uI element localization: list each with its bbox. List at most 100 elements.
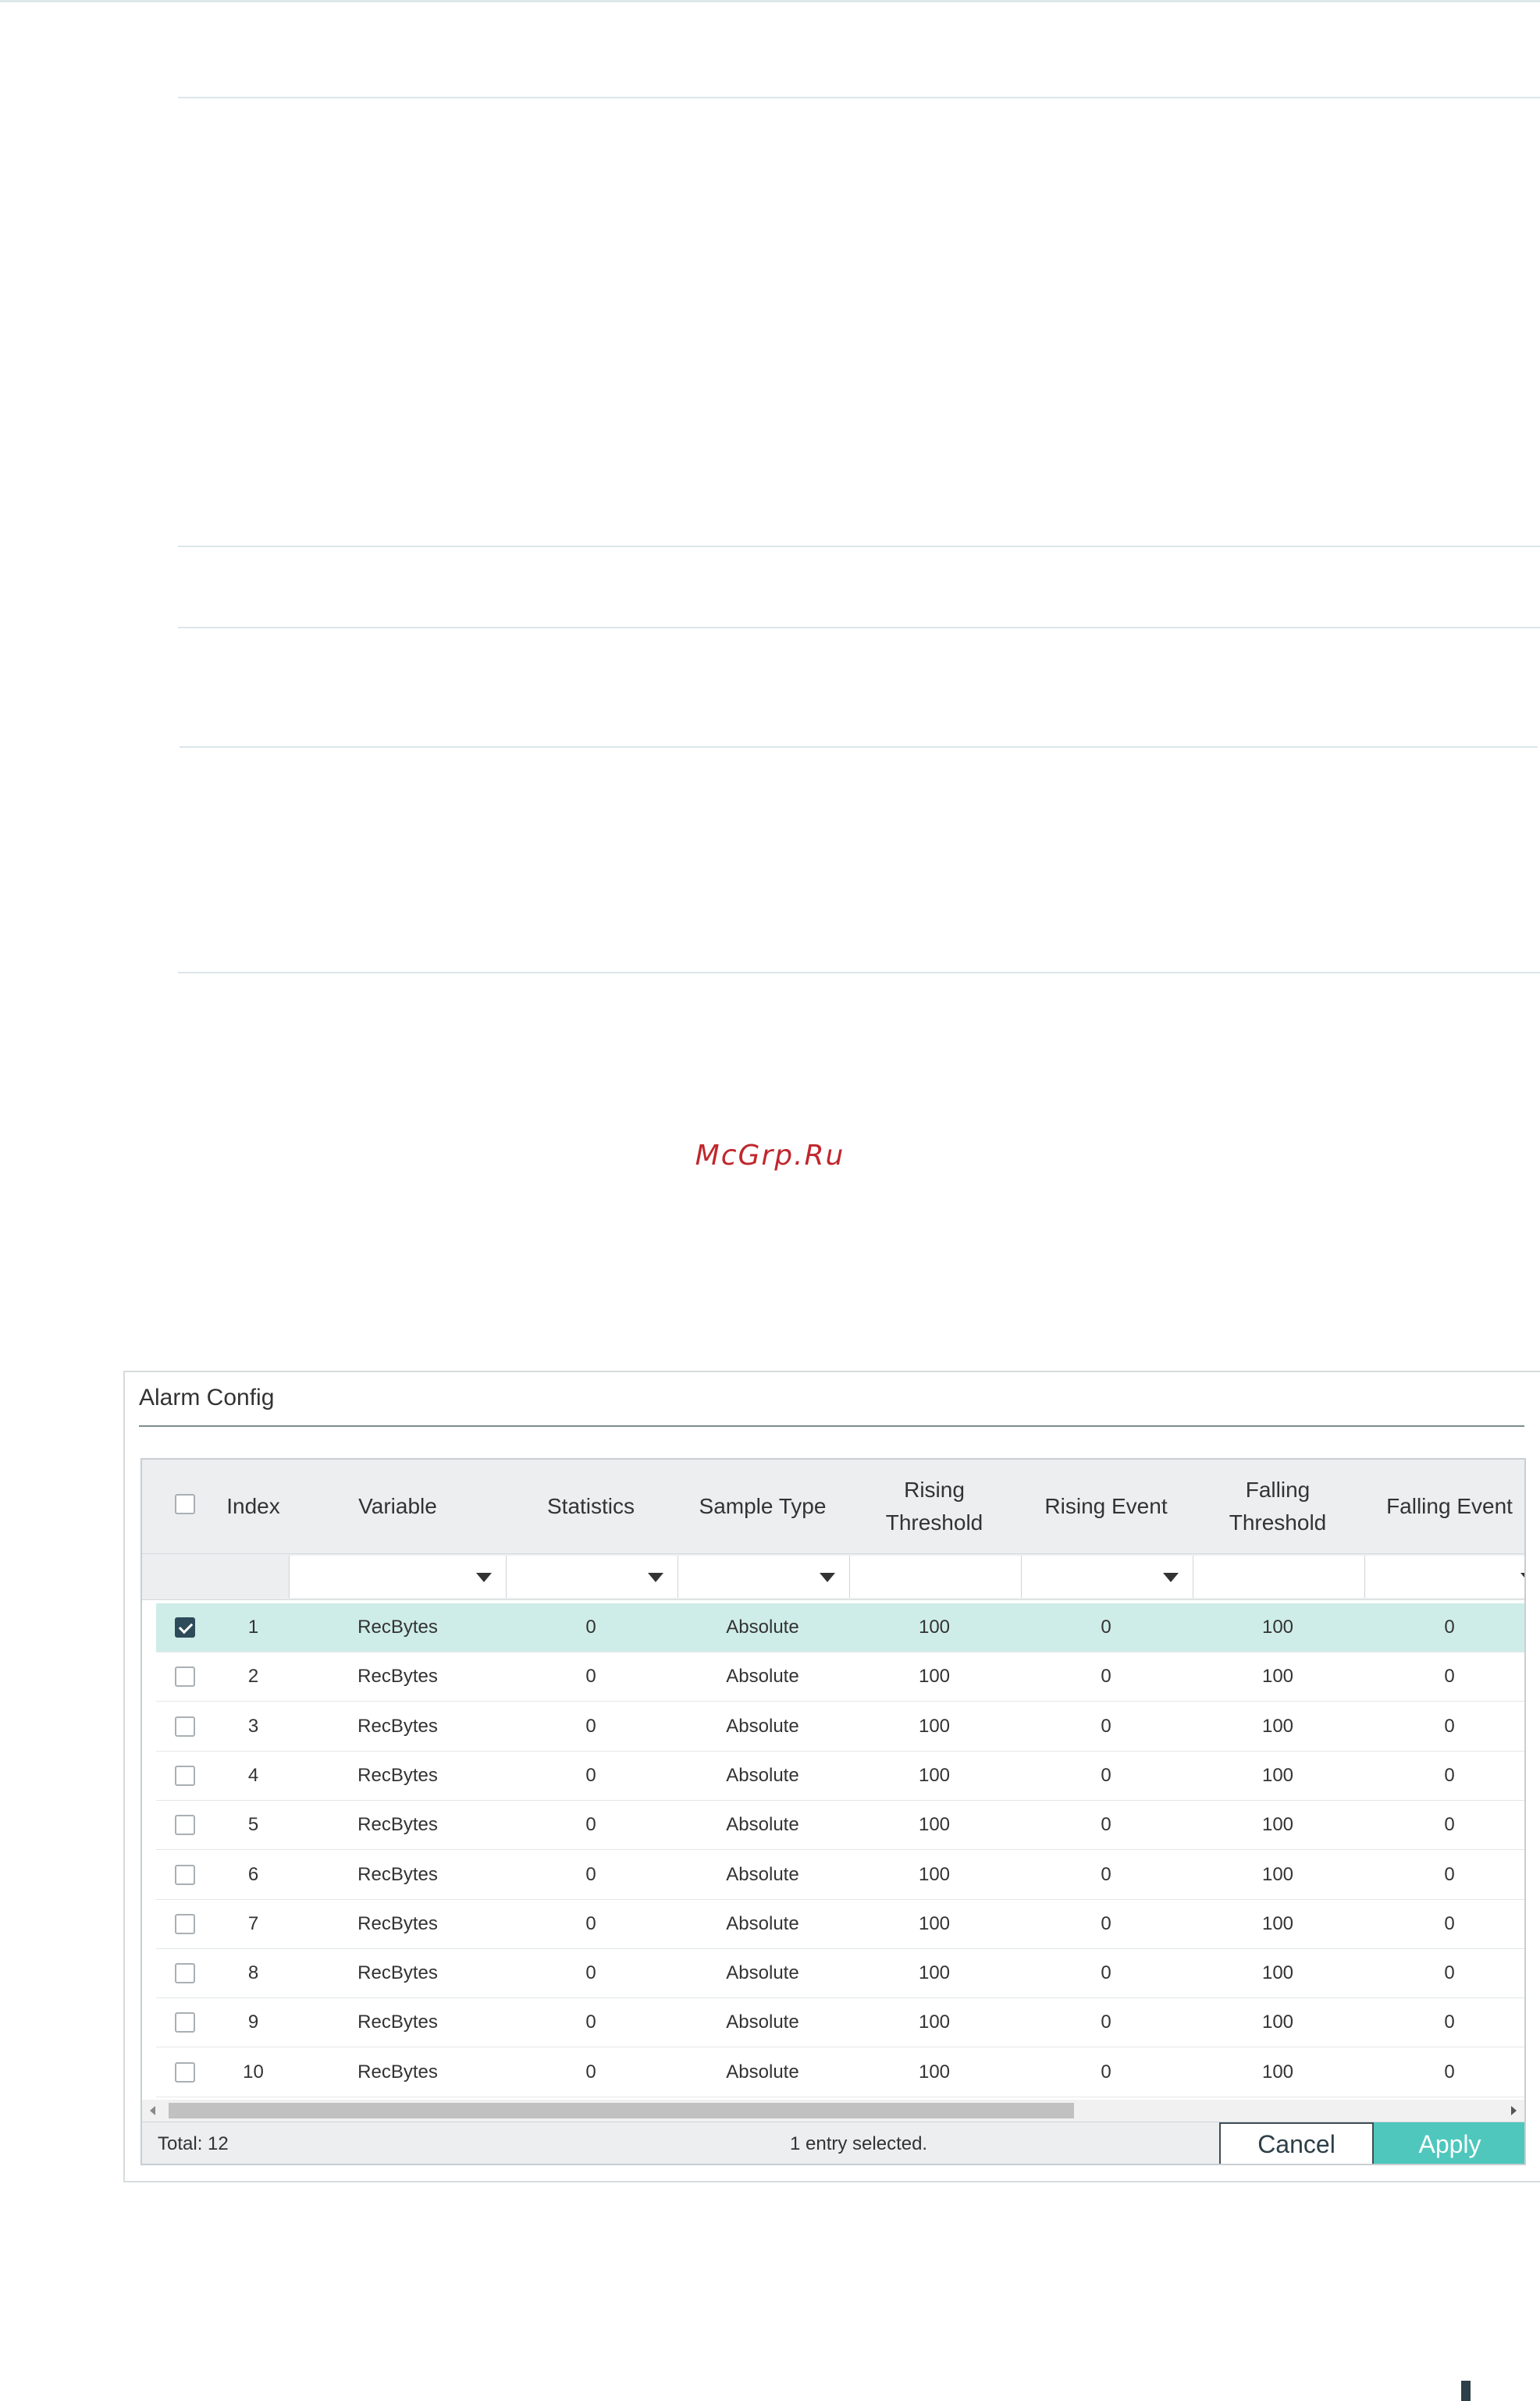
cell-variable: RecBytes <box>357 1617 438 1638</box>
panel-title: Alarm Config <box>139 1385 275 1410</box>
cell-falling-threshold: 100 <box>1261 1912 1294 1934</box>
filter-sample-type-select[interactable] <box>678 1556 849 1598</box>
row-checkbox[interactable] <box>175 1666 195 1688</box>
selection-status: 1 entry selected. <box>790 2133 928 2154</box>
column-header-index[interactable]: Index <box>216 1460 290 1553</box>
column-header-statistics[interactable]: Statistics <box>505 1460 677 1553</box>
table-row[interactable]: 2 RecBytes 0 Absolute 100 0 100 0 <box>156 1652 1524 1702</box>
cell-falling-threshold: 100 <box>1261 2061 1294 2083</box>
column-header-rising-event[interactable]: Rising Event <box>1020 1460 1192 1553</box>
cell-index: 3 <box>247 1715 259 1737</box>
table-row[interactable]: 8 RecBytes 0 Absolute 100 0 100 0 <box>156 1949 1524 1999</box>
cell-falling-threshold: 100 <box>1261 1666 1294 1688</box>
caret-down-icon <box>1163 1573 1179 1582</box>
cell-rising-event: 0 <box>1101 1962 1111 1984</box>
column-header-variable[interactable]: Variable <box>290 1460 505 1553</box>
row-checkbox[interactable] <box>175 1913 195 1934</box>
cell-falling-event: 0 <box>1444 1764 1455 1786</box>
cell-rising-threshold: 100 <box>918 1863 951 1885</box>
cell-index: 10 <box>243 2061 264 2083</box>
cell-falling-event: 0 <box>1444 1617 1455 1638</box>
cell-statistics: 0 <box>585 2061 596 2083</box>
filter-rising-event-select[interactable] <box>1021 1556 1193 1598</box>
row-checkbox[interactable] <box>175 1716 195 1737</box>
divider-3 <box>178 627 1540 628</box>
table-row[interactable]: 7 RecBytes 0 Absolute 100 0 100 0 <box>156 1900 1524 1949</box>
table-row[interactable]: 6 RecBytes 0 Absolute 100 0 100 0 <box>156 1851 1524 1900</box>
row-checkbox[interactable] <box>175 1864 195 1885</box>
cell-falling-event: 0 <box>1444 1962 1455 1984</box>
arrow-right-icon[interactable] <box>1511 2106 1517 2115</box>
filter-falling-threshold-input[interactable] <box>1193 1556 1364 1598</box>
caret-down-icon <box>648 1573 663 1582</box>
cell-sample-type: Absolute <box>726 1912 799 1934</box>
cell-index: 7 <box>247 1912 259 1934</box>
cancel-button[interactable]: Cancel <box>1219 2122 1374 2164</box>
cell-sample-type: Absolute <box>726 1666 799 1688</box>
cell-sample-type: Absolute <box>726 1962 799 1984</box>
cell-rising-threshold: 100 <box>918 1764 951 1786</box>
divider-2 <box>178 546 1540 547</box>
table-row[interactable]: 4 RecBytes 0 Absolute 100 0 100 0 <box>156 1752 1524 1801</box>
cell-falling-threshold: 100 <box>1261 1962 1294 1984</box>
cell-statistics: 0 <box>585 1962 596 1984</box>
arrow-left-icon[interactable] <box>150 2106 155 2115</box>
select-all-checkbox[interactable] <box>175 1494 195 1514</box>
row-checkbox[interactable] <box>175 1617 195 1638</box>
scrollbar-thumb[interactable] <box>169 2103 1074 2118</box>
filter-variable-select[interactable] <box>289 1556 506 1598</box>
cell-rising-threshold: 100 <box>918 1962 951 1984</box>
cell-falling-event: 0 <box>1444 2061 1455 2083</box>
cell-falling-event: 0 <box>1444 1814 1455 1836</box>
table-row[interactable]: 1 RecBytes 0 Absolute 100 0 100 0 <box>156 1603 1524 1652</box>
row-checkbox[interactable] <box>175 1963 195 1984</box>
cell-variable: RecBytes <box>357 1912 438 1934</box>
cell-index: 6 <box>247 1863 259 1885</box>
filter-statistics-select[interactable] <box>506 1556 678 1598</box>
cell-statistics: 0 <box>585 1863 596 1885</box>
table-row[interactable]: 10 RecBytes 0 Absolute 100 0 100 0 <box>156 2048 1524 2097</box>
cell-falling-threshold: 100 <box>1261 1863 1294 1885</box>
cell-rising-threshold: 100 <box>918 2061 951 2083</box>
cell-sample-type: Absolute <box>726 1863 799 1885</box>
horizontal-scrollbar[interactable] <box>142 2100 1524 2122</box>
cell-statistics: 0 <box>585 1715 596 1737</box>
cell-statistics: 0 <box>585 2012 596 2033</box>
cell-sample-type: Absolute <box>726 1617 799 1638</box>
cell-sample-type: Absolute <box>726 2061 799 2083</box>
cell-statistics: 0 <box>585 1912 596 1934</box>
row-checkbox[interactable] <box>175 1765 195 1786</box>
falling-threshold-line-2: Threshold <box>1229 1510 1327 1535</box>
column-header-falling-threshold[interactable]: Falling Threshold <box>1192 1460 1364 1553</box>
row-checkbox[interactable] <box>175 2061 195 2083</box>
filter-falling-event-select[interactable] <box>1364 1556 1524 1598</box>
cell-falling-threshold: 100 <box>1261 1764 1294 1786</box>
cell-rising-event: 0 <box>1101 1617 1111 1638</box>
cell-rising-event: 0 <box>1101 1912 1111 1934</box>
row-checkbox[interactable] <box>175 1815 195 1836</box>
filter-rising-threshold-input[interactable] <box>849 1556 1021 1598</box>
cell-rising-event: 0 <box>1101 2061 1111 2083</box>
cell-variable: RecBytes <box>357 1666 438 1688</box>
cell-rising-threshold: 100 <box>918 1666 951 1688</box>
cell-index: 4 <box>247 1764 259 1786</box>
column-header-rising-threshold[interactable]: Rising Threshold <box>848 1460 1020 1553</box>
cell-falling-event: 0 <box>1444 1912 1455 1934</box>
row-checkbox[interactable] <box>175 2012 195 2033</box>
table-row[interactable]: 3 RecBytes 0 Absolute 100 0 100 0 <box>156 1702 1524 1752</box>
cell-falling-threshold: 100 <box>1261 2012 1294 2033</box>
cell-variable: RecBytes <box>357 2012 438 2033</box>
divider-5 <box>178 972 1540 973</box>
table-header: Index Variable Statistics Sample Type Ri… <box>142 1460 1524 1553</box>
column-header-falling-event[interactable]: Falling Event <box>1364 1460 1524 1553</box>
page-corner-mark <box>1461 2381 1471 2401</box>
table-row[interactable]: 9 RecBytes 0 Absolute 100 0 100 0 <box>156 1998 1524 2048</box>
cell-falling-event: 0 <box>1444 2012 1455 2033</box>
cell-sample-type: Absolute <box>726 1814 799 1836</box>
column-header-sample-type[interactable]: Sample Type <box>677 1460 848 1553</box>
caret-down-icon <box>476 1573 492 1582</box>
alarm-config-panel: Alarm Config Index Variable Statistics S… <box>123 1371 1540 2182</box>
apply-button[interactable]: Apply <box>1374 2122 1524 2164</box>
table-row[interactable]: 5 RecBytes 0 Absolute 100 0 100 0 <box>156 1801 1524 1851</box>
cell-index: 9 <box>247 2012 259 2033</box>
